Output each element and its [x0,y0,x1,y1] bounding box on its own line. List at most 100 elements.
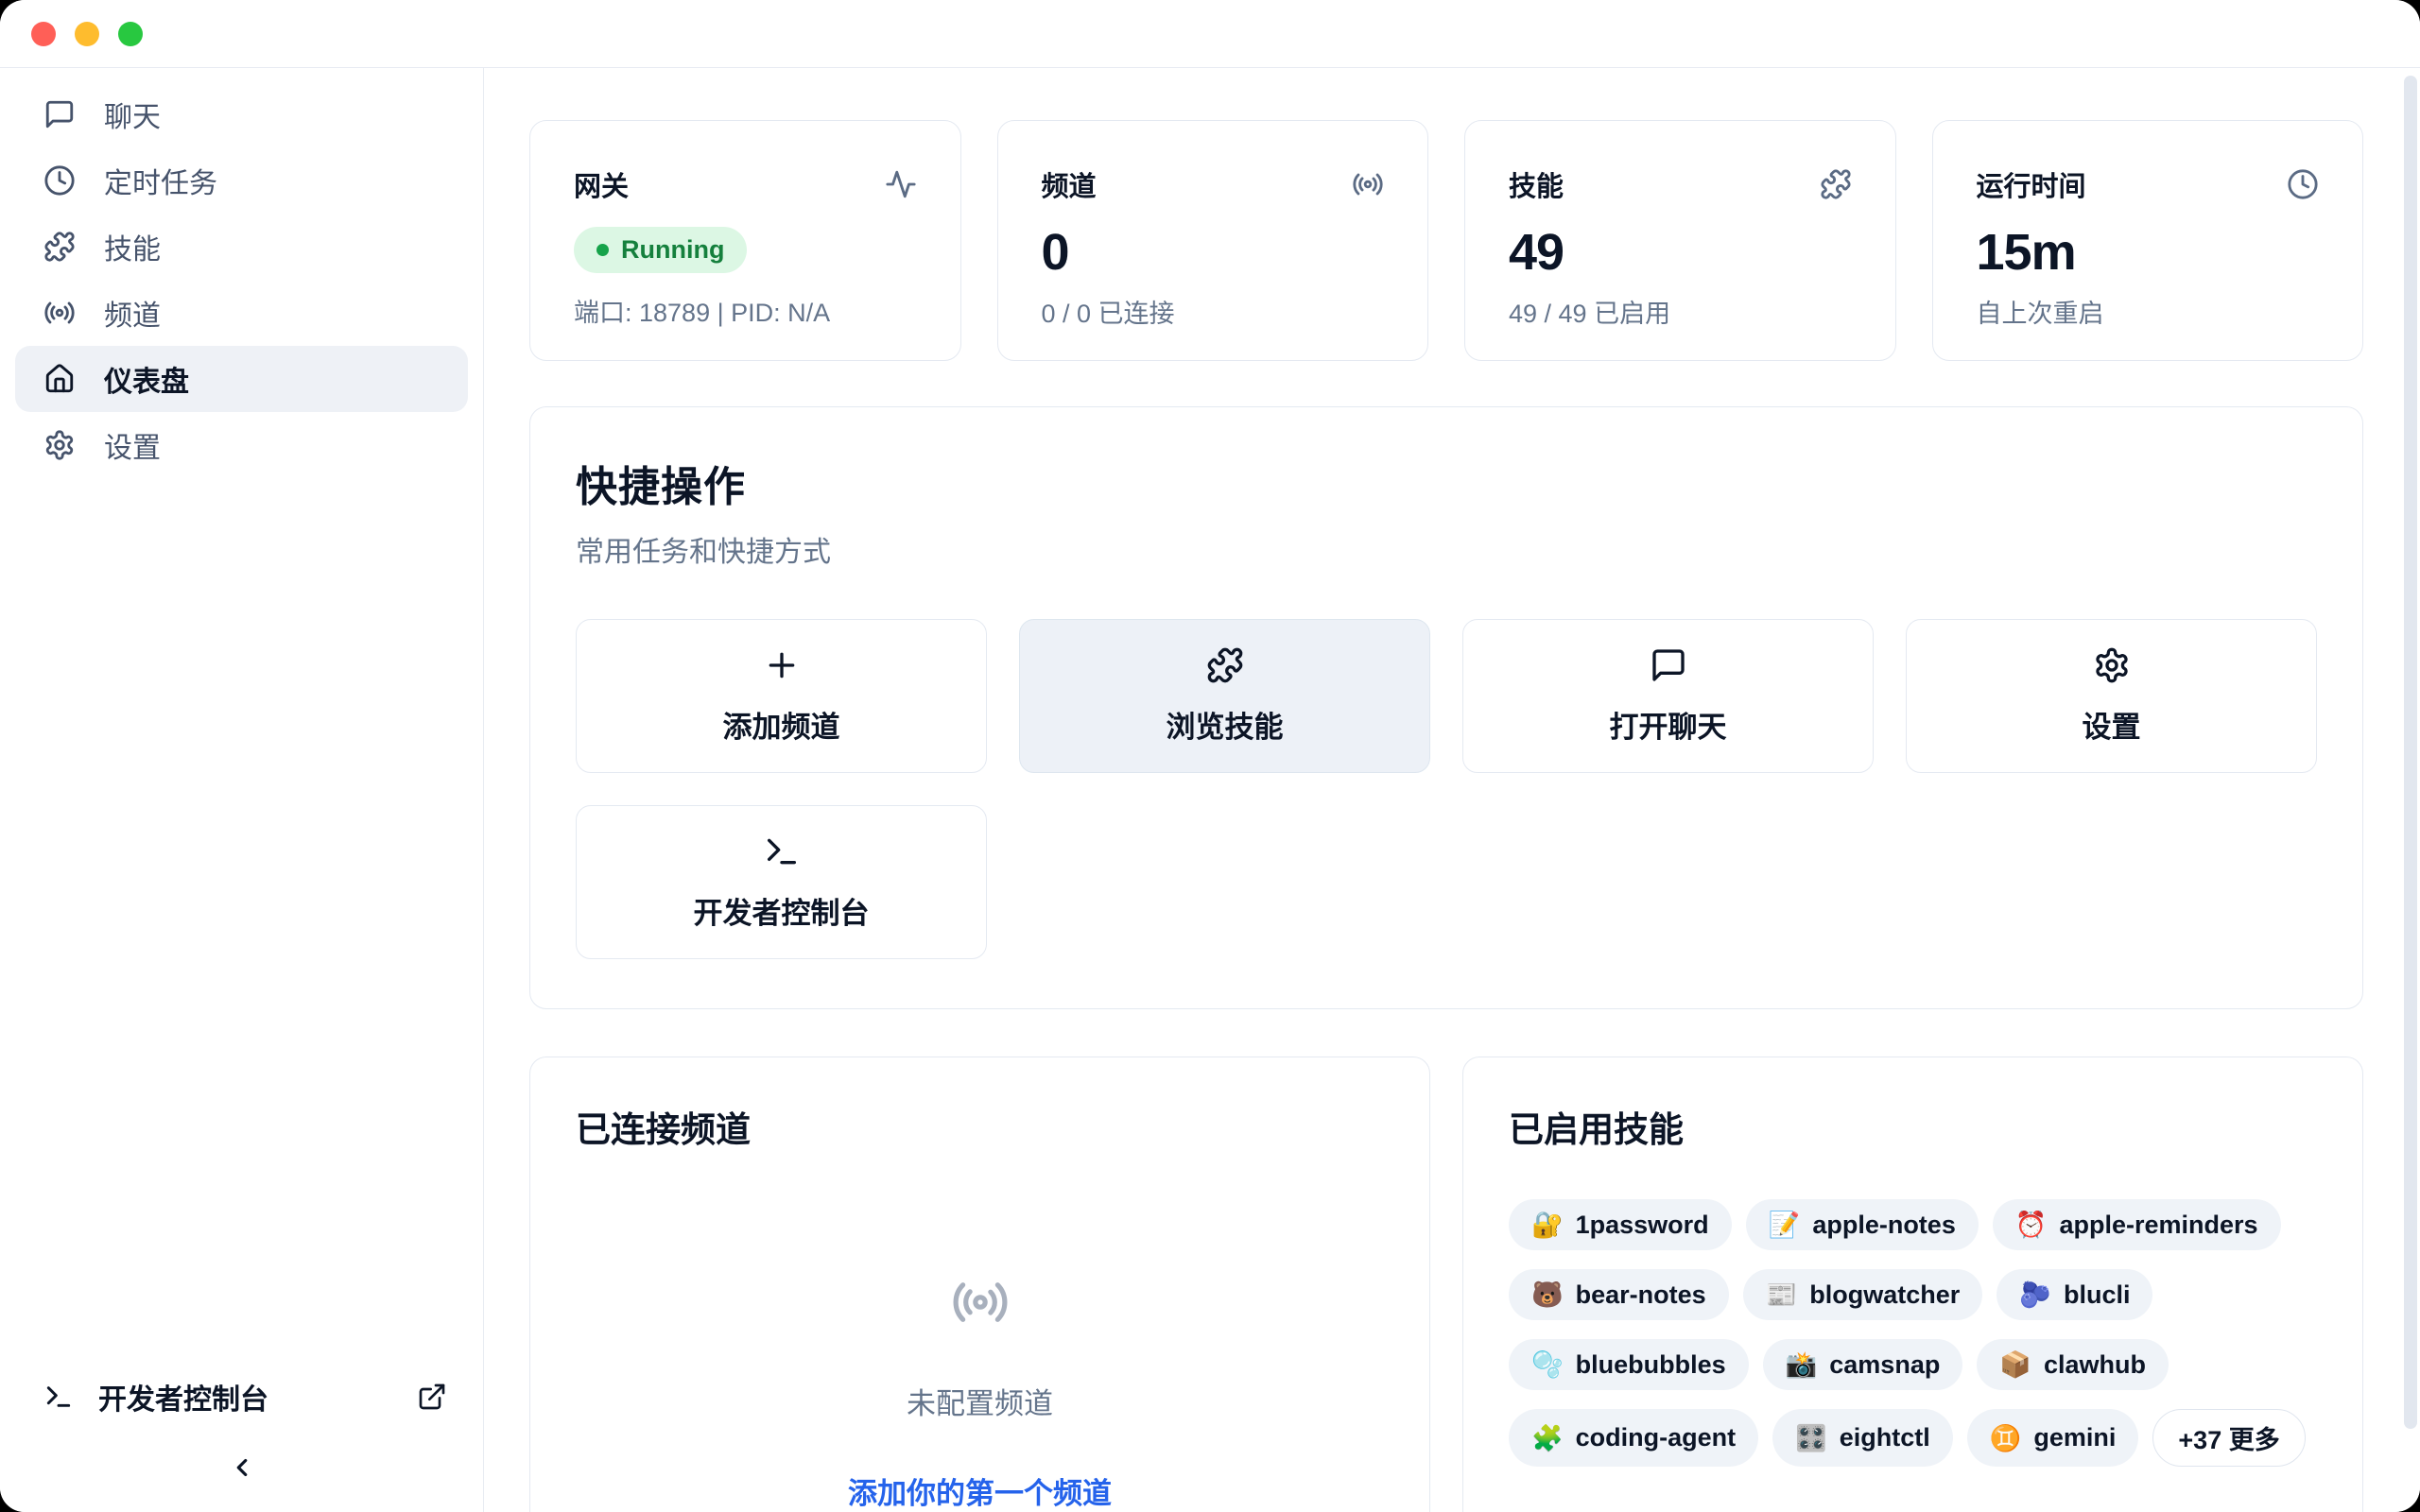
gear-icon [43,429,76,461]
stat-title: 技能 [1509,164,1564,204]
stat-subtext: 49 / 49 已启用 [1509,293,1852,330]
bottom-row: 已连接频道 未配置频道 添加你的第一个频道 已启用技能 🔐1password 📝a… [529,1057,2363,1512]
home-icon [43,363,76,395]
stats-row: 网关 Running 端口: 18789 | PID: N/A 频道 0 0 / 0 已连… [529,120,2363,361]
skill-name: blogwatcher [1809,1280,1960,1310]
skill-name: gemini [2033,1423,2116,1452]
traffic-lights [31,22,143,46]
skill-chip-eightctl: 🎛️ eightctl [1772,1409,1953,1467]
quick-action-settings[interactable]: 设置 [1906,619,2317,773]
scrollbar-thumb[interactable] [2404,76,2417,1429]
skill-chip-apple-notes: 📝apple-notes [1746,1199,1979,1250]
broadcast-icon [951,1273,1010,1332]
skill-name: clawhub [2044,1350,2146,1380]
skill-chip-bluebubbles: 🫧 bluebubbles [1509,1339,1749,1390]
stat-subtext: 自上次重启 [1977,293,2320,330]
skill-chip-blucli: 🫐blucli [1996,1269,2152,1320]
sidebar-collapse-button[interactable] [15,1433,468,1487]
skill-emoji: 📦 [1999,1349,2031,1380]
sidebar-item-settings[interactable]: 设置 [15,412,468,478]
quick-action-open-chat[interactable]: 打开聊天 [1462,619,1874,773]
puzzle-icon [1820,168,1852,200]
more-skills-button[interactable]: +37 更多 [2152,1409,2305,1467]
sidebar-item-dashboard[interactable]: 仪表盘 [15,346,468,412]
activity-icon [885,168,917,200]
skill-chip-1password: 🔐1password [1509,1199,1732,1250]
status-badge: Running [574,227,747,273]
sidebar-footer: 开发者控制台 [15,1361,468,1487]
skill-chip-blogwatcher: 📰blogwatcher [1743,1269,1983,1320]
empty-state-text: 未配置频道 [907,1380,1053,1422]
skill-name: apple-reminders [2059,1211,2257,1240]
stat-card-skills: 技能 49 49 / 49 已启用 [1464,120,1896,361]
titlebar[interactable] [0,0,2420,68]
terminal-icon [763,833,801,870]
clock-icon [43,164,76,197]
skill-name: bluebubbles [1576,1350,1726,1380]
stat-value: 0 [1042,223,1385,282]
sidebar-item-cron[interactable]: 定时任务 [15,147,468,214]
quick-actions-card: 快捷操作 常用任务和快捷方式 添加频道 浏览技能打开聊天 设置开发者控制台 [529,406,2363,1009]
enabled-skills-panel: 已启用技能 🔐1password📝apple-notes⏰apple-remin… [1462,1057,2363,1512]
main-content: 网关 Running 端口: 18789 | PID: N/A 频道 0 0 / 0 已连… [484,68,2420,1512]
stat-value: 49 [1509,223,1852,282]
quick-actions-subtitle: 常用任务和快捷方式 [576,528,2317,570]
quick-action-label: 打开聊天 [1610,703,1727,746]
sidebar-item-label: 仪表盘 [104,358,189,400]
sidebar-item-label: 频道 [104,292,161,334]
terminal-icon [43,1382,74,1412]
broadcast-icon-slot [951,1273,1010,1336]
enabled-skills-title: 已启用技能 [1509,1101,2317,1152]
chevron-left-icon [228,1453,256,1482]
quick-action-label: 开发者控制台 [694,889,870,932]
status-badge-label: Running [621,235,724,265]
skill-chip-clawhub: 📦 clawhub [1977,1339,2169,1390]
connected-channels-title: 已连接频道 [576,1101,1384,1152]
add-first-channel-link[interactable]: 添加你的第一个频道 [848,1469,1112,1512]
zoom-button[interactable] [118,22,143,46]
puzzle-icon [1206,646,1244,684]
sidebar-item-channels[interactable]: 频道 [15,280,468,346]
broadcast-icon [43,297,76,329]
skill-name: camsnap [1829,1350,1940,1380]
external-link-icon [417,1382,447,1412]
skill-emoji: 🎛️ [1795,1423,1827,1453]
skill-emoji: 📸 [1786,1349,1818,1380]
more-skills-label: +37 更多 [2178,1419,2279,1456]
puzzle-icon [43,231,76,263]
close-button[interactable] [31,22,56,46]
sidebar-item-skills[interactable]: 技能 [15,214,468,280]
skill-chip-camsnap: 📸 camsnap [1763,1339,1963,1390]
plus-icon [763,646,801,684]
dev-console-label: 开发者控制台 [98,1376,268,1418]
stat-value: 15m [1977,223,2320,282]
stat-subtext: 端口: 18789 | PID: N/A [574,292,917,329]
quick-actions-title: 快捷操作 [576,453,2317,513]
stat-title: 网关 [574,164,629,204]
stat-subtext: 0 / 0 已连接 [1042,293,1385,330]
dev-console-link[interactable]: 开发者控制台 [15,1361,468,1433]
skill-emoji: 🫧 [1531,1349,1564,1380]
quick-action-add-channel[interactable]: 添加频道 [576,619,987,773]
gear-icon [2093,646,2131,684]
stat-card-uptime: 运行时间15m自上次重启 [1932,120,2364,361]
quick-action-label: 添加频道 [723,703,840,746]
broadcast-icon [1352,168,1384,200]
stat-card-gateway: 网关 Running 端口: 18789 | PID: N/A [529,120,961,361]
skill-chip-coding-agent: 🧩coding-agent [1509,1409,1758,1467]
chat-bubble-icon [1650,646,1687,684]
skill-chip-bear-notes: 🐻bear-notes [1509,1269,1729,1320]
clock-icon [2287,168,2319,200]
quick-action-browse-skills[interactable]: 浏览技能 [1019,619,1430,773]
minimize-button[interactable] [75,22,99,46]
sidebar-item-chat[interactable]: 聊天 [15,81,468,147]
stat-title: 频道 [1042,164,1097,204]
skills-chip-list: 🔐1password📝apple-notes⏰apple-reminders🐻b… [1509,1199,2317,1467]
skill-name: blucli [2064,1280,2131,1310]
connected-channels-panel: 已连接频道 未配置频道 添加你的第一个频道 [529,1057,1430,1512]
skill-name: eightctl [1840,1423,1930,1452]
quick-action-dev-console[interactable]: 开发者控制台 [576,805,987,959]
stat-card-channels: 频道 0 0 / 0 已连接 [997,120,1429,361]
skill-emoji: 🧩 [1531,1423,1564,1453]
app-window: 聊天定时任务技能频道仪表盘设置 开发者控制台 网关Running端口: 1878… [0,0,2420,1512]
